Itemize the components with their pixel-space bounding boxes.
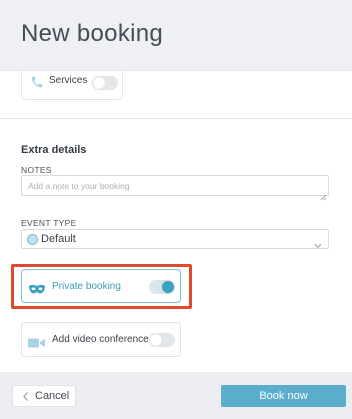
notes-label: NOTES <box>21 165 52 175</box>
phone-icon <box>30 75 44 94</box>
services-toggle[interactable] <box>92 76 118 90</box>
event-type-value: Default <box>41 233 76 245</box>
mask-icon <box>28 281 46 299</box>
divider <box>0 118 352 119</box>
resize-grip-icon[interactable] <box>320 188 327 206</box>
private-booking-toggle[interactable] <box>149 280 175 294</box>
private-booking-card[interactable]: Private booking <box>21 269 181 303</box>
extra-details-title: Extra details <box>21 144 87 156</box>
services-card[interactable]: Services <box>21 71 123 100</box>
chevron-left-icon <box>23 392 28 404</box>
event-type-label: EVENT TYPE <box>21 218 77 228</box>
private-booking-label: Private booking <box>52 281 121 292</box>
services-label: Services <box>49 75 88 86</box>
video-conference-toggle[interactable] <box>149 333 175 347</box>
cancel-button[interactable]: Cancel <box>12 385 76 407</box>
video-conference-label: Add video conference <box>52 334 149 345</box>
event-color-dot <box>27 234 38 245</box>
header: New booking <box>0 0 352 71</box>
chevron-down-icon <box>314 236 322 254</box>
event-type-select[interactable]: Default <box>21 229 329 249</box>
footer: Cancel Book now <box>0 372 352 419</box>
video-camera-icon <box>28 335 46 353</box>
page-title: New booking <box>21 20 164 47</box>
video-conference-card[interactable]: Add video conference <box>21 322 181 357</box>
book-now-button[interactable]: Book now <box>221 385 346 407</box>
cancel-label: Cancel <box>35 390 70 402</box>
notes-field[interactable] <box>21 175 329 196</box>
booking-form[interactable]: Services Extra details NOTES EVENT TYPE … <box>0 71 352 372</box>
